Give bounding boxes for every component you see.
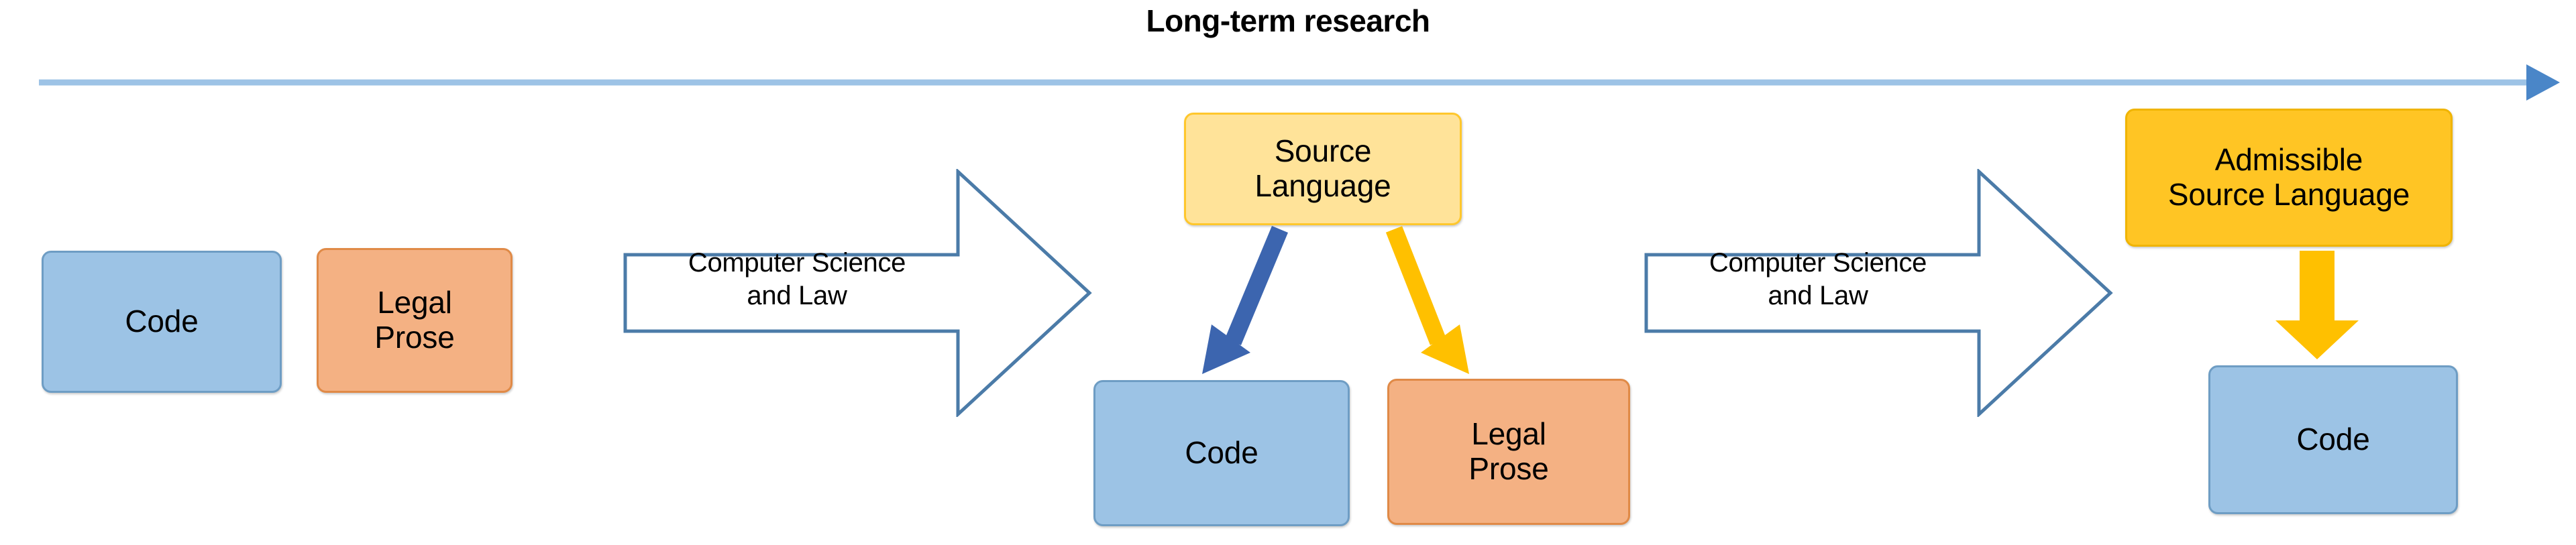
admissible-to-code-arrow bbox=[2267, 249, 2388, 363]
diagram-canvas: Long-term research Code Legal Prose Comp… bbox=[0, 0, 2576, 545]
computer-science-and-law-arrow-2[interactable]: Computer Science and Law bbox=[1644, 169, 2113, 417]
blue-arrow-icon bbox=[1202, 226, 1288, 374]
computer-science-and-law-arrow-1[interactable]: Computer Science and Law bbox=[623, 169, 1092, 417]
code-box-middle[interactable]: Code bbox=[1093, 380, 1350, 526]
source-language-to-legal-prose-arrow bbox=[1382, 221, 1583, 389]
code-box-left[interactable]: Code bbox=[42, 251, 282, 393]
source-language-box[interactable]: Source Language bbox=[1184, 113, 1462, 225]
down-arrow-icon bbox=[2275, 251, 2359, 359]
source-language-to-code-arrow bbox=[1181, 221, 1382, 389]
legal-prose-box-middle[interactable]: Legal Prose bbox=[1387, 379, 1630, 525]
code-box-right[interactable]: Code bbox=[2208, 365, 2458, 514]
chevron-shape-icon bbox=[1644, 169, 2113, 417]
timeline-arrowhead-icon bbox=[2526, 64, 2560, 101]
page-title: Long-term research bbox=[1146, 3, 1430, 38]
yellow-arrow-icon bbox=[1385, 226, 1469, 374]
legal-prose-box-left[interactable]: Legal Prose bbox=[317, 248, 513, 393]
admissible-source-language-box[interactable]: Admissible Source Language bbox=[2125, 109, 2453, 247]
chevron-shape-icon bbox=[623, 169, 1092, 417]
